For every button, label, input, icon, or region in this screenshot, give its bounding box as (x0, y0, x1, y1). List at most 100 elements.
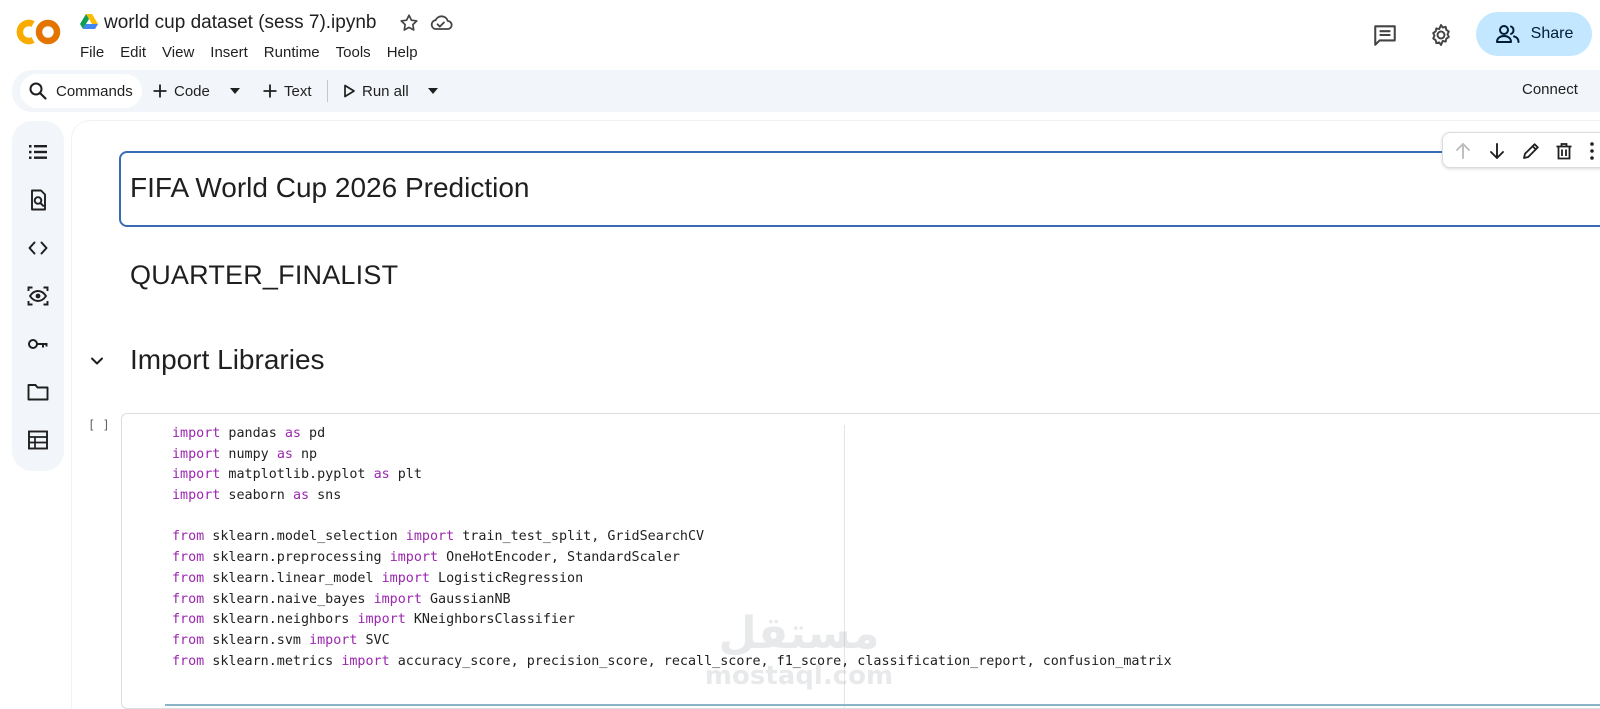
menu-runtime[interactable]: Runtime (256, 43, 328, 63)
collapse-chevron-icon[interactable] (88, 352, 106, 370)
code-keyword: import (172, 426, 221, 441)
code-keyword: import (373, 591, 422, 607)
code-line: import seaborn as sns (172, 486, 1172, 507)
menu-bar: File Edit View Insert Runtime Tools Help (72, 43, 426, 63)
plus-icon (263, 84, 277, 98)
notebook-heading: FIFA World Cup 2026 Prediction (130, 172, 530, 203)
variables-icon[interactable] (26, 284, 50, 308)
code-token: plt (389, 467, 422, 483)
comment-icon[interactable] (1372, 22, 1398, 48)
code-keyword: from (172, 612, 205, 628)
code-line: from sklearn.neighbors import KNeighbors… (172, 610, 1172, 631)
cloud-saved-icon[interactable] (428, 12, 454, 34)
code-keyword: import (172, 488, 221, 504)
code-token: numpy (220, 446, 277, 462)
star-icon[interactable] (398, 12, 420, 34)
add-text-button[interactable]: Text (262, 74, 312, 108)
run-all-label: Run all (362, 82, 409, 100)
code-keyword: as (284, 426, 301, 441)
menu-view[interactable]: View (154, 43, 202, 63)
code-token: sklearn.neighbors (204, 612, 358, 628)
code-token: KNeighborsClassifier (405, 612, 576, 628)
files-folder-icon[interactable] (26, 380, 50, 404)
section-heading: Import Libraries (130, 344, 325, 375)
code-label: Code (174, 82, 210, 100)
code-token: sklearn.naive_bayes (204, 591, 374, 607)
table-of-contents-icon[interactable] (26, 140, 50, 164)
edit-pencil-icon[interactable] (1520, 140, 1542, 162)
move-up-icon[interactable] (1452, 140, 1474, 162)
commands-button[interactable]: Commands (20, 74, 142, 108)
settings-gear-icon[interactable] (1428, 22, 1454, 48)
code-token: sklearn.metrics (204, 653, 342, 669)
code-line: import matplotlib.pyplot as plt (172, 465, 1172, 486)
search-icon (29, 82, 47, 100)
code-token: LogisticRegression (430, 570, 584, 586)
delete-trash-icon[interactable] (1553, 140, 1575, 162)
code-keyword: from (172, 632, 205, 648)
code-token: pd (301, 426, 326, 441)
code-token: train_test_split, GridSearchCV (454, 529, 705, 545)
code-keyword: from (172, 550, 205, 566)
more-options-icon[interactable] (1588, 140, 1596, 162)
code-token: sklearn.linear_model (204, 570, 382, 586)
data-table-icon[interactable] (26, 428, 50, 452)
menu-edit[interactable]: Edit (112, 43, 154, 63)
code-token: pandas (220, 426, 285, 441)
code-token: seaborn (220, 488, 293, 504)
watermark-arabic: مستقل (719, 608, 880, 659)
plus-icon (153, 84, 167, 98)
add-code-button[interactable]: Code (152, 74, 210, 108)
code-keyword: from (172, 653, 205, 669)
menu-help[interactable]: Help (379, 43, 426, 63)
code-line: from sklearn.svm import SVC (172, 631, 1172, 652)
toolbar-divider (327, 80, 328, 102)
code-line: from sklearn.metrics import accuracy_sco… (172, 652, 1172, 673)
code-line: from sklearn.linear_model import Logisti… (172, 569, 1172, 590)
run-all-button[interactable]: Run all (342, 74, 409, 108)
mostaql-watermark: مستقل mostaql.com (705, 608, 893, 691)
code-keyword: from (172, 570, 205, 586)
caret-down-icon[interactable] (229, 86, 241, 96)
code-line: from sklearn.naive_bayes import Gaussian… (172, 590, 1172, 611)
find-replace-icon[interactable] (26, 188, 50, 212)
run-cell-indicator[interactable]: [ ] (88, 418, 110, 432)
code-keyword: import (389, 550, 439, 566)
secrets-key-icon[interactable] (26, 332, 50, 356)
share-label: Share (1530, 25, 1574, 42)
code-keyword: from (172, 529, 205, 545)
code-token: GaussianNB (421, 591, 511, 607)
watermark-latin: mostaql.com (705, 661, 893, 691)
code-token: SVC (357, 632, 390, 648)
text-label: Text (284, 82, 312, 100)
code-token: sklearn.model_selection (204, 529, 406, 545)
colab-logo[interactable] (14, 14, 62, 50)
code-keyword: as (276, 446, 293, 462)
code-token: matplotlib.pyplot (220, 467, 374, 483)
toolbar (12, 70, 1600, 112)
code-editor[interactable]: import pandas as pd import numpy as np imp… (172, 424, 1172, 672)
commands-label: Commands (56, 82, 133, 100)
move-down-icon[interactable] (1486, 140, 1508, 162)
menu-insert[interactable]: Insert (202, 43, 256, 63)
code-token: np (292, 446, 318, 462)
code-token: sklearn.svm (204, 632, 310, 648)
menu-tools[interactable]: Tools (328, 43, 379, 63)
notebook-title[interactable]: world cup dataset (sess 7).ipynb (104, 12, 376, 34)
code-line: import pandas as pd (172, 424, 1172, 445)
play-icon (344, 84, 355, 98)
caret-down-icon[interactable] (427, 86, 439, 96)
code-snippets-icon[interactable] (26, 236, 50, 260)
code-keyword: import (172, 467, 221, 483)
people-icon (1495, 25, 1520, 43)
code-token: sns (309, 488, 342, 504)
code-token: OneHotEncoder, StandardScaler (438, 550, 680, 566)
code-cell-focus-bar (165, 704, 1600, 706)
code-keyword: as (373, 467, 390, 483)
code-keyword: as (292, 488, 310, 504)
code-keyword: from (172, 591, 205, 607)
connect-button[interactable]: Connect (1522, 81, 1578, 98)
menu-file[interactable]: File (72, 43, 112, 63)
share-button[interactable]: Share (1476, 12, 1592, 56)
